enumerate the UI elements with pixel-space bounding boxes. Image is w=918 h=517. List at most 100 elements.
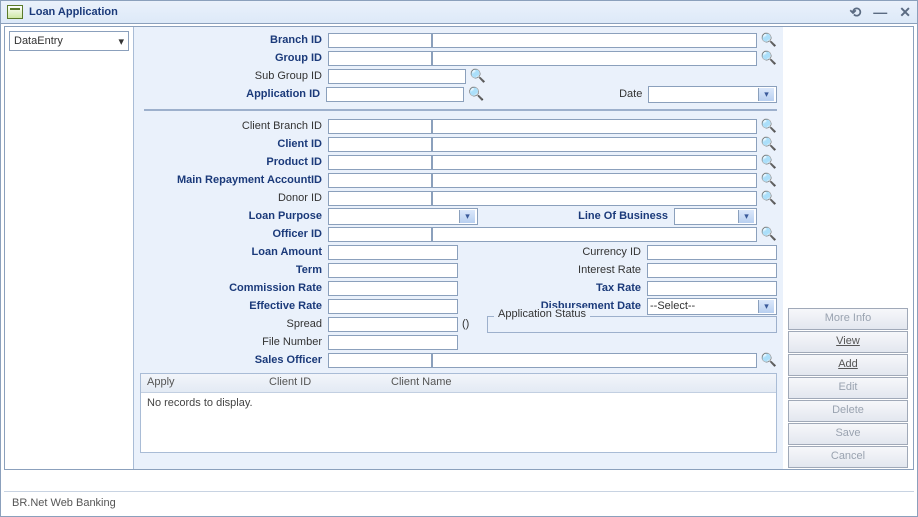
loan-amount-input[interactable] — [328, 245, 458, 260]
main-repayment-code[interactable] — [328, 173, 432, 188]
tax-rate-input[interactable] — [647, 281, 777, 296]
search-icon[interactable]: 🔍 — [468, 86, 484, 102]
disbursement-date-select[interactable]: --Select--▾ — [647, 298, 777, 315]
product-id-code[interactable] — [328, 155, 432, 170]
client-id-name[interactable] — [432, 137, 757, 152]
commission-rate-input[interactable] — [328, 281, 458, 296]
status-text: BR.Net Web Banking — [12, 497, 116, 509]
window-buttons: ⟲ — ✕ — [850, 4, 911, 21]
donor-id-name[interactable] — [432, 191, 757, 206]
spread-paren: () — [458, 318, 473, 330]
sales-officer-label: Sales Officer — [144, 354, 328, 366]
sales-officer-name[interactable] — [432, 353, 757, 368]
chevron-down-icon: ▾ — [738, 210, 754, 223]
officer-id-code[interactable] — [328, 227, 432, 242]
save-button[interactable]: Save — [788, 423, 908, 445]
content: DataEntry ▾ Branch ID 🔍 Group ID 🔍 Sub G… — [1, 23, 917, 516]
line-of-business-label: Line Of Business — [478, 210, 674, 222]
divider — [144, 109, 777, 111]
add-button[interactable]: Add — [788, 354, 908, 376]
window-title: Loan Application — [29, 6, 118, 18]
minimize-icon[interactable]: — — [873, 4, 887, 21]
cancel-button[interactable]: Cancel — [788, 446, 908, 468]
spread-label: Spread — [144, 318, 328, 330]
restore-icon[interactable]: ⟲ — [850, 4, 862, 21]
product-id-label: Product ID — [144, 156, 328, 168]
search-icon[interactable]: 🔍 — [470, 68, 486, 84]
action-panel: More Info View Add Edit Delete Save Canc… — [783, 27, 913, 469]
search-icon[interactable]: 🔍 — [761, 352, 777, 368]
search-icon[interactable]: 🔍 — [761, 154, 777, 170]
application-id-input[interactable] — [326, 87, 464, 102]
client-branch-id-label: Client Branch ID — [144, 120, 328, 132]
sidebar: DataEntry ▾ — [5, 27, 134, 469]
date-picker[interactable]: ▾ — [648, 86, 777, 103]
interest-rate-label: Interest Rate — [481, 264, 647, 276]
branch-id-label: Branch ID — [144, 34, 328, 46]
application-id-label: Application ID — [144, 88, 326, 100]
search-icon[interactable]: 🔍 — [761, 190, 777, 206]
loan-purpose-select[interactable]: ▾ — [328, 208, 478, 225]
client-id-code[interactable] — [328, 137, 432, 152]
main: DataEntry ▾ Branch ID 🔍 Group ID 🔍 Sub G… — [4, 26, 914, 470]
loan-purpose-label: Loan Purpose — [144, 210, 328, 222]
client-branch-name[interactable] — [432, 119, 757, 134]
delete-button[interactable]: Delete — [788, 400, 908, 422]
search-icon[interactable]: 🔍 — [761, 50, 777, 66]
col-client-name[interactable]: Client Name — [385, 374, 776, 392]
grid-header: Apply Client ID Client Name — [141, 374, 776, 393]
tax-rate-label: Tax Rate — [481, 282, 647, 294]
main-repayment-label: Main Repayment AccountID — [144, 174, 328, 186]
donor-id-label: Donor ID — [144, 192, 328, 204]
officer-id-name[interactable] — [432, 227, 757, 242]
branch-id-name[interactable] — [432, 33, 757, 48]
effective-rate-input[interactable] — [328, 299, 458, 314]
form-panel: Branch ID 🔍 Group ID 🔍 Sub Group ID 🔍 Ap… — [134, 27, 783, 469]
search-icon[interactable]: 🔍 — [761, 118, 777, 134]
commission-rate-label: Commission Rate — [144, 282, 328, 294]
mode-value: DataEntry — [14, 35, 63, 47]
application-status-label: Application Status — [494, 308, 590, 320]
chevron-down-icon: ▾ — [758, 88, 774, 101]
main-repayment-name[interactable] — [432, 173, 757, 188]
branch-id-code[interactable] — [328, 33, 432, 48]
sub-group-id-label: Sub Group ID — [144, 70, 328, 82]
currency-id-input[interactable] — [647, 245, 777, 260]
search-icon[interactable]: 🔍 — [761, 136, 777, 152]
file-number-input[interactable] — [328, 335, 458, 350]
search-icon[interactable]: 🔍 — [761, 226, 777, 242]
col-client-id[interactable]: Client ID — [263, 374, 385, 392]
officer-id-label: Officer ID — [144, 228, 328, 240]
donor-id-code[interactable] — [328, 191, 432, 206]
close-icon[interactable]: ✕ — [899, 4, 911, 21]
term-input[interactable] — [328, 263, 458, 278]
spread-input[interactable] — [328, 317, 458, 332]
client-branch-code[interactable] — [328, 119, 432, 134]
product-id-name[interactable] — [432, 155, 757, 170]
search-icon[interactable]: 🔍 — [761, 32, 777, 48]
client-id-label: Client ID — [144, 138, 328, 150]
form-icon — [7, 5, 23, 19]
group-id-code[interactable] — [328, 51, 432, 66]
titlebar: Loan Application ⟲ — ✕ — [1, 1, 917, 24]
file-number-label: File Number — [144, 336, 328, 348]
col-apply[interactable]: Apply — [141, 374, 263, 392]
mode-dropdown[interactable]: DataEntry ▾ — [9, 31, 129, 51]
currency-id-label: Currency ID — [481, 246, 647, 258]
date-label: Date — [484, 88, 648, 100]
interest-rate-input[interactable] — [647, 263, 777, 278]
sub-group-id-input[interactable] — [328, 69, 466, 84]
statusbar: BR.Net Web Banking — [4, 491, 914, 514]
chevron-down-icon: ▾ — [758, 300, 774, 313]
more-info-button[interactable]: More Info — [788, 308, 908, 330]
term-label: Term — [144, 264, 328, 276]
loan-amount-label: Loan Amount — [144, 246, 328, 258]
edit-button[interactable]: Edit — [788, 377, 908, 399]
effective-rate-label: Effective Rate — [144, 300, 328, 312]
search-icon[interactable]: 🔍 — [761, 172, 777, 188]
clients-grid: Apply Client ID Client Name No records t… — [140, 373, 777, 453]
sales-officer-code[interactable] — [328, 353, 432, 368]
group-id-name[interactable] — [432, 51, 757, 66]
view-button[interactable]: View — [788, 331, 908, 353]
line-of-business-select[interactable]: ▾ — [674, 208, 757, 225]
